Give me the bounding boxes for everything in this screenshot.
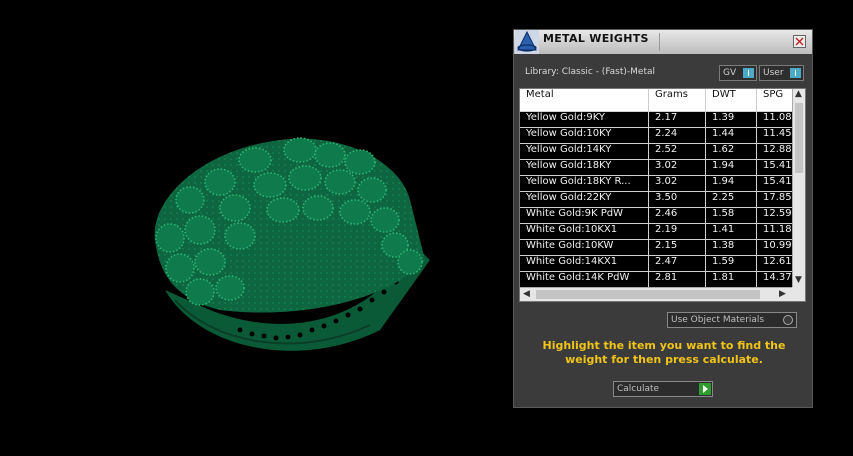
cell-dwt: 1.58 [706, 208, 757, 223]
cell-grams: 2.17 [649, 112, 706, 127]
column-header-spg[interactable]: SPG [757, 89, 797, 111]
table-row[interactable]: Yellow Gold:14KY 2.52 1.62 12.88 [520, 143, 792, 159]
calculate-button[interactable]: Calculate [613, 381, 713, 397]
cell-spg: 17.85 [763, 192, 792, 203]
cell-dwt: 2.25 [706, 192, 757, 207]
cell-dwt: 1.44 [706, 128, 757, 143]
table-row[interactable]: White Gold:14K PdW 2.81 1.81 14.37 [520, 271, 792, 287]
cell-spg: 12.88 [763, 144, 792, 155]
cell-grams: 2.19 [649, 224, 706, 239]
table-row[interactable]: Yellow Gold:10KY 2.24 1.44 11.45 [520, 127, 792, 143]
scroll-up-icon[interactable]: ▲ [795, 89, 802, 99]
cell-metal: Yellow Gold:9KY [520, 112, 649, 127]
horizontal-scrollbar[interactable]: ◀ ▶ [520, 287, 792, 301]
play-arrow-icon [699, 383, 711, 395]
cell-spg: 10.99 [763, 240, 792, 251]
vertical-scroll-thumb[interactable] [795, 103, 803, 173]
cell-metal: Yellow Gold:10KY [520, 128, 649, 143]
gv-toggle-switch [743, 68, 754, 78]
cell-metal: Yellow Gold:18KY R... [520, 176, 649, 191]
scroll-right-icon[interactable]: ▶ [779, 289, 786, 299]
table-row[interactable]: Yellow Gold:18KY 3.02 1.94 15.41 [520, 159, 792, 175]
close-button[interactable] [793, 35, 806, 48]
horizontal-scroll-thumb[interactable] [536, 290, 760, 299]
metal-weights-panel: METAL WEIGHTS Library: Classic - (Fast)-… [513, 29, 813, 408]
cell-grams: 2.52 [649, 144, 706, 159]
table-row[interactable]: White Gold:10KX1 2.19 1.41 11.18 [520, 223, 792, 239]
cell-metal: White Gold:14K PdW [520, 272, 649, 287]
table-row[interactable]: White Gold:9K PdW 2.46 1.58 12.59 [520, 207, 792, 223]
cell-metal: White Gold:9K PdW [520, 208, 649, 223]
radio-icon[interactable] [783, 315, 793, 325]
table-row[interactable]: White Gold:14KX1 2.47 1.59 12.61 [520, 255, 792, 271]
cell-dwt: 1.62 [706, 144, 757, 159]
cell-metal: Yellow Gold:18KY [520, 160, 649, 175]
scroll-down-icon[interactable]: ▼ [795, 275, 802, 285]
table-row[interactable]: Yellow Gold:9KY 2.17 1.39 11.08 [520, 111, 792, 127]
use-object-materials-option[interactable]: Use Object Materials [667, 312, 797, 328]
cell-spg: 15.41 [763, 160, 792, 171]
cell-metal: Yellow Gold:22KY [520, 192, 649, 207]
cell-grams: 2.46 [649, 208, 706, 223]
cell-spg: 11.45 [763, 128, 792, 139]
panel-titlebar[interactable]: METAL WEIGHTS [514, 30, 812, 54]
table-body: Yellow Gold:9KY 2.17 1.39 11.08 Yellow G… [520, 111, 792, 287]
column-header-grams[interactable]: Grams [649, 89, 706, 111]
instructions-text: Highlight the item you want to find the … [542, 339, 786, 366]
cell-spg: 12.59 [763, 208, 792, 219]
cell-dwt: 1.41 [706, 224, 757, 239]
cell-grams: 2.15 [649, 240, 706, 255]
cell-grams: 2.24 [649, 128, 706, 143]
close-icon [795, 37, 804, 46]
vertical-scrollbar[interactable]: ▲ ▼ [792, 89, 805, 287]
column-header-dwt[interactable]: DWT [706, 89, 757, 111]
table-row[interactable]: White Gold:10KW 2.15 1.38 10.99 [520, 239, 792, 255]
cell-metal: White Gold:10KX1 [520, 224, 649, 239]
column-header-metal[interactable]: Metal [520, 89, 649, 111]
cell-grams: 2.47 [649, 256, 706, 271]
user-toggle-switch [790, 68, 801, 78]
cell-dwt: 1.39 [706, 112, 757, 127]
table-row[interactable]: Yellow Gold:22KY 3.50 2.25 17.85 [520, 191, 792, 207]
use-object-materials-label: Use Object Materials [671, 315, 765, 325]
cell-spg: 11.08 [763, 112, 792, 123]
cell-dwt: 1.81 [706, 272, 757, 287]
scrollbar-corner [792, 287, 805, 301]
cell-dwt: 1.94 [706, 160, 757, 175]
cell-metal: Yellow Gold:14KY [520, 144, 649, 159]
app-logo-icon [515, 30, 539, 54]
titlebar-divider [659, 33, 660, 51]
user-toggle[interactable]: User [759, 65, 804, 81]
panel-title: METAL WEIGHTS [543, 32, 649, 45]
cell-dwt: 1.38 [706, 240, 757, 255]
library-label: Library: Classic - (Fast)-Metal [525, 67, 656, 77]
cell-spg: 14.37 [763, 272, 792, 283]
cell-spg: 15.41 [763, 176, 792, 187]
cell-grams: 3.50 [649, 192, 706, 207]
gv-toggle-label: GV [723, 68, 737, 78]
3d-viewport[interactable] [0, 0, 512, 452]
calculate-label: Calculate [617, 384, 660, 394]
scroll-left-icon[interactable]: ◀ [523, 289, 530, 299]
cell-grams: 2.81 [649, 272, 706, 287]
cell-metal: White Gold:10KW [520, 240, 649, 255]
cell-dwt: 1.59 [706, 256, 757, 271]
metal-table[interactable]: Metal Grams DWT SPG Yellow Gold:9KY 2.17… [519, 88, 806, 302]
cell-grams: 3.02 [649, 160, 706, 175]
ring-model [154, 137, 430, 351]
cell-spg: 12.61 [763, 256, 792, 267]
cell-grams: 3.02 [649, 176, 706, 191]
user-toggle-label: User [763, 68, 784, 78]
cell-metal: White Gold:14KX1 [520, 256, 649, 271]
cell-dwt: 1.94 [706, 176, 757, 191]
table-row[interactable]: Yellow Gold:18KY R... 3.02 1.94 15.41 [520, 175, 792, 191]
cell-spg: 11.18 [763, 224, 792, 235]
gv-toggle[interactable]: GV [719, 65, 757, 81]
table-header: Metal Grams DWT SPG [520, 89, 797, 111]
